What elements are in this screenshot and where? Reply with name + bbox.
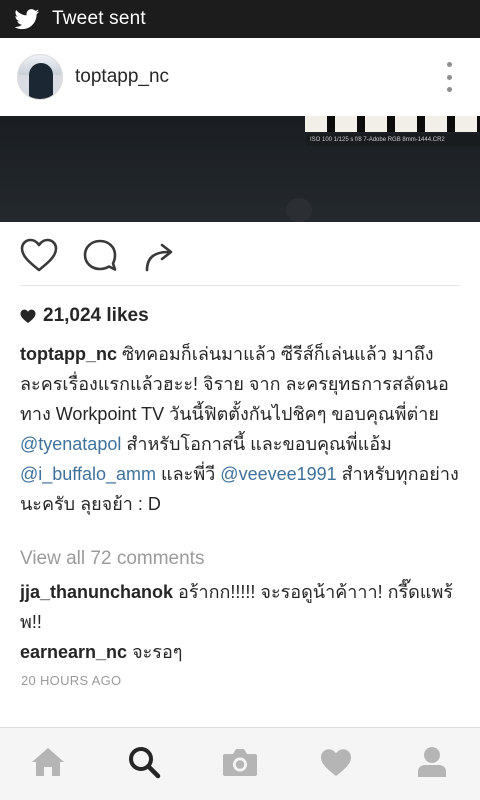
nav-activity[interactable] [288, 728, 384, 800]
photo-strip [305, 116, 480, 132]
comment-bubble-icon[interactable] [81, 238, 119, 274]
nav-search[interactable] [96, 728, 192, 800]
nav-profile[interactable] [384, 728, 480, 800]
view-all-comments-link[interactable]: View all 72 comments [20, 548, 204, 570]
nav-camera[interactable] [192, 728, 288, 800]
mention-link[interactable]: @tyenatapol [20, 434, 121, 454]
avatar[interactable] [17, 54, 63, 100]
camera-icon [222, 747, 258, 782]
post-username[interactable]: toptapp_nc [75, 66, 169, 88]
nav-home[interactable] [0, 728, 96, 800]
post-actions [0, 222, 480, 286]
actions-divider [20, 285, 460, 286]
bottom-nav [0, 727, 480, 800]
caption-text: และพี่วี [156, 464, 221, 484]
more-options-icon[interactable] [446, 62, 452, 92]
post-caption: toptapp_nc ซิทคอมก็เล่นมาแล้ว ซีรีส์ก็เล… [20, 339, 465, 519]
photo-meta: ISO 100 1/125 s f/8 7-Adobe RGB 8mm-1444… [306, 134, 480, 146]
status-bar: Tweet sent [0, 0, 480, 38]
mention-link[interactable]: @veevee1991 [220, 464, 336, 484]
likes-heart-icon [20, 309, 36, 324]
comment-text: จะรอๆ [127, 642, 183, 662]
comment-item: earnearn_nc จะรอๆ [20, 637, 460, 667]
likes-row[interactable]: 21,024 likes [20, 303, 149, 329]
status-label: Tweet sent [52, 8, 146, 29]
post-timestamp: 20 HOURS AGO [21, 673, 122, 688]
comment-item: jja_thanunchanok อร้ากก!!!!! จะรอดูน้าค้… [20, 577, 460, 637]
post-header: toptapp_nc [0, 38, 480, 116]
share-arrow-icon[interactable] [142, 238, 180, 274]
caption-text: สำหรับโอกาสนี้ และขอบคุณพี่แอ้ม [121, 434, 392, 454]
post-photo[interactable]: ISO 100 1/125 s f/8 7-Adobe RGB 8mm-1444… [0, 116, 480, 222]
comment-username[interactable]: earnearn_nc [20, 642, 127, 662]
mention-link[interactable]: @i_buffalo_amm [20, 464, 156, 484]
home-icon [31, 747, 65, 782]
twitter-bird-icon [14, 8, 40, 30]
caption-username[interactable]: toptapp_nc [20, 344, 117, 364]
search-icon [127, 745, 161, 784]
likes-count: 21,024 likes [43, 305, 149, 326]
like-heart-icon[interactable] [20, 238, 58, 274]
photo-detail [286, 198, 312, 222]
heart-icon [320, 748, 352, 782]
comment-username[interactable]: jja_thanunchanok [20, 582, 173, 602]
profile-icon [417, 746, 447, 783]
